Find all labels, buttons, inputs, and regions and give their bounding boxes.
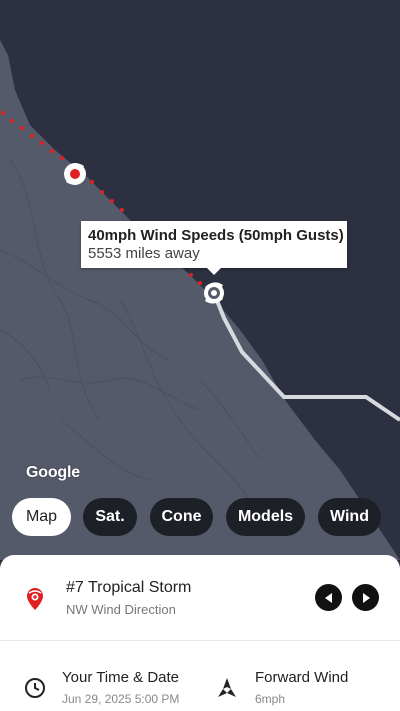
layer-chips: Map Sat. Cone Models Wind: [0, 498, 400, 536]
storm-location-icon: [27, 588, 43, 610]
storm-tooltip: 40mph Wind Speeds (50mph Gusts) 5553 mil…: [81, 221, 347, 275]
forward-wind-value: 6mph: [255, 692, 286, 706]
time-date-value: Jun 29, 2025 5:00 PM: [62, 692, 180, 706]
tooltip-distance: 5553 miles away: [88, 245, 200, 262]
layer-chip-map[interactable]: Map: [12, 498, 71, 536]
layer-chip-wind[interactable]: Wind: [318, 498, 381, 536]
next-storm-button[interactable]: [352, 584, 379, 611]
storm-wind-direction: NW Wind Direction: [66, 602, 176, 617]
arrow-left-icon: [324, 592, 332, 603]
storm-summary-row[interactable]: #7 Tropical Storm NW Wind Direction: [0, 555, 400, 641]
past-storm-marker[interactable]: [64, 163, 86, 185]
storm-map[interactable]: Google 40mph Wind Speeds (50mph Gusts) 5…: [0, 0, 400, 560]
time-date-title: Your Time & Date: [62, 669, 180, 686]
forward-wind-title: Forward Wind: [255, 669, 349, 686]
current-storm-marker[interactable]: [204, 282, 224, 304]
tooltip-wind-speeds: 40mph Wind Speeds (50mph Gusts): [88, 227, 344, 244]
google-attribution: Google: [26, 464, 80, 481]
layer-chip-satellite[interactable]: Sat.: [83, 498, 137, 536]
arrow-right-icon: [362, 592, 370, 603]
previous-storm-button[interactable]: [315, 584, 342, 611]
wind-direction-icon: [218, 678, 236, 697]
layer-chip-cone[interactable]: Cone: [150, 498, 213, 536]
storm-title: #7 Tropical Storm: [66, 579, 192, 596]
layer-chip-models[interactable]: Models: [226, 498, 305, 536]
clock-icon: [25, 678, 45, 698]
storm-details-sheet: #7 Tropical Storm NW Wind Direction Your…: [0, 555, 400, 711]
